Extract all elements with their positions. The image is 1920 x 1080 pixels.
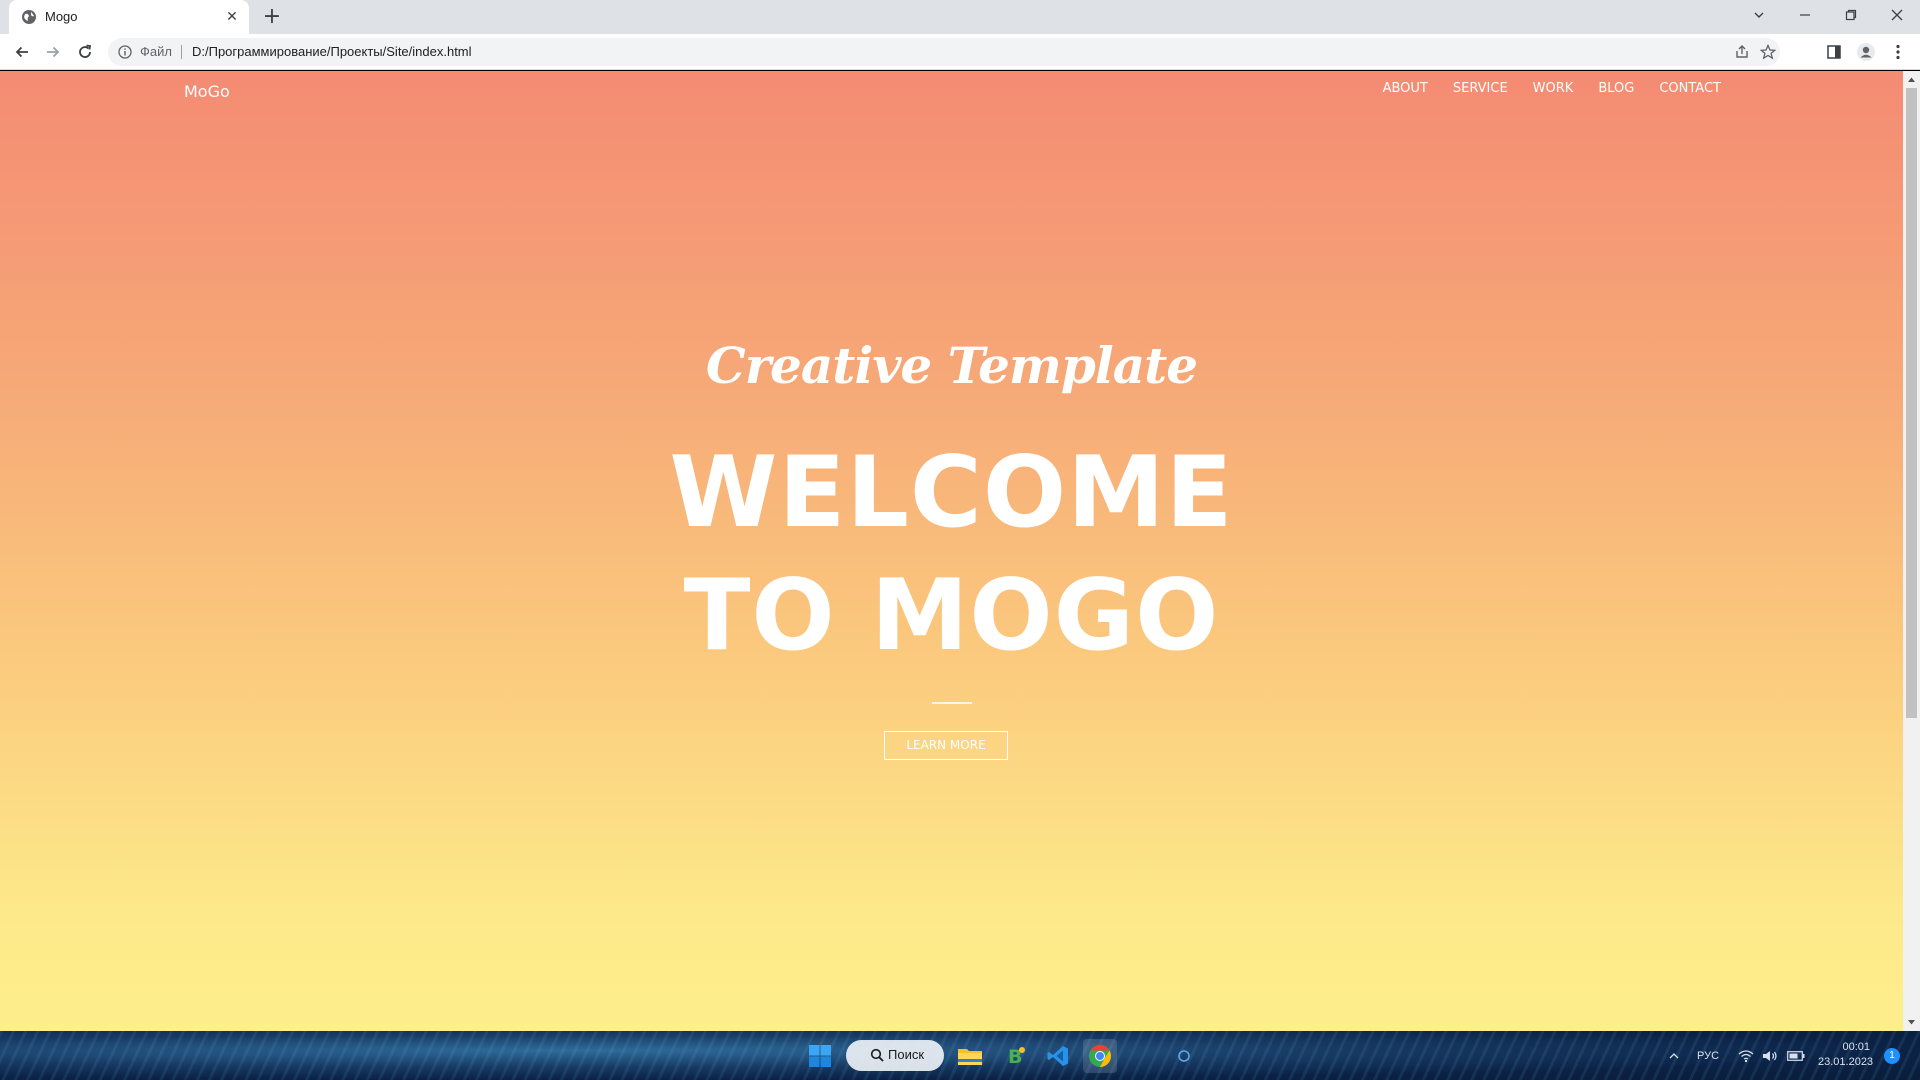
wifi-icon[interactable] [1738, 1048, 1754, 1064]
scroll-up-arrow-icon[interactable] [1907, 75, 1916, 84]
learn-more-button[interactable]: LEARN MORE [884, 731, 1008, 760]
battery-icon[interactable] [1787, 1048, 1805, 1064]
hero-subtitle: Creative Template [705, 336, 1198, 395]
clock-time: 00:01 [1842, 1041, 1870, 1053]
language-indicator[interactable]: РУС [1697, 1048, 1719, 1064]
minimize-icon[interactable] [1782, 0, 1828, 30]
back-arrow-icon[interactable] [10, 40, 34, 64]
vk-icon[interactable]: В [999, 1039, 1033, 1073]
site-nav: ABOUT SERVICE WORK BLOG CONTACT [1383, 81, 1721, 96]
file-explorer-icon[interactable] [953, 1039, 987, 1073]
volume-icon[interactable] [1762, 1048, 1778, 1064]
tab-search-icon[interactable] [1736, 0, 1782, 30]
browser-tabstrip: Mogo ✕ + [0, 0, 1920, 34]
file-scheme-label: Файл [140, 44, 172, 59]
nav-link-work[interactable]: WORK [1533, 81, 1574, 96]
page-viewport: MoGo ABOUT SERVICE WORK BLOG CONTACT Cre… [0, 71, 1903, 1031]
share-icon[interactable] [1734, 44, 1750, 60]
language-label: РУС [1697, 1050, 1720, 1062]
url-text[interactable]: D:/Программирование/Проекты/Site/index.h… [192, 44, 472, 59]
hero-headline-line1: WELCOME [669, 436, 1234, 550]
browser-toolbar: Файл D:/Программирование/Проекты/Site/in… [0, 34, 1920, 70]
new-tab-button[interactable]: + [260, 5, 284, 29]
side-panel-icon[interactable] [1824, 42, 1844, 62]
vscode-icon[interactable] [1041, 1039, 1075, 1073]
profile-avatar-icon[interactable] [1856, 42, 1876, 62]
clock-date: 23.01.2023 [1818, 1056, 1874, 1068]
nav-link-service[interactable]: SERVICE [1453, 81, 1508, 96]
scrollbar-thumb[interactable] [1906, 88, 1917, 718]
notification-badge[interactable]: 1 [1884, 1048, 1900, 1064]
windows-taskbar: Поиск В РУС 00:01 23.01.2023 1 [0, 1031, 1920, 1080]
restore-icon[interactable] [1828, 0, 1874, 30]
chevron-up-icon[interactable] [1668, 1048, 1680, 1064]
close-tab-icon[interactable]: ✕ [223, 8, 241, 26]
forward-arrow-icon[interactable] [41, 40, 65, 64]
search-icon [870, 1048, 884, 1062]
site-logo[interactable]: MoGo [184, 82, 230, 101]
tab-title: Mogo [45, 9, 78, 24]
page-scrollbar[interactable] [1903, 71, 1920, 1031]
taskbar-search[interactable]: Поиск [846, 1040, 944, 1071]
nav-link-contact[interactable]: CONTACT [1659, 81, 1721, 96]
globe-icon [22, 10, 36, 24]
close-window-icon[interactable] [1874, 0, 1920, 30]
windows-start-icon[interactable] [803, 1039, 837, 1073]
address-bar[interactable]: Файл D:/Программирование/Проекты/Site/in… [108, 38, 1780, 66]
hero-headline-line2: TO MOGO [683, 559, 1220, 673]
hero-divider [932, 702, 972, 704]
reload-icon[interactable] [73, 40, 97, 64]
search-label: Поиск [888, 1047, 925, 1062]
scroll-down-arrow-icon[interactable] [1907, 1018, 1916, 1027]
info-icon[interactable] [118, 45, 132, 59]
address-separator [181, 45, 182, 59]
menu-kebab-icon[interactable] [1888, 42, 1908, 62]
chrome-icon[interactable] [1083, 1039, 1117, 1073]
app-icon[interactable] [1167, 1039, 1201, 1073]
bookmark-star-icon[interactable] [1760, 44, 1776, 60]
nav-link-about[interactable]: ABOUT [1383, 81, 1428, 96]
browser-tab[interactable]: Mogo ✕ [9, 0, 249, 34]
nav-link-blog[interactable]: BLOG [1598, 81, 1634, 96]
taskbar-clock[interactable]: 00:01 23.01.2023 [1818, 1040, 1874, 1070]
